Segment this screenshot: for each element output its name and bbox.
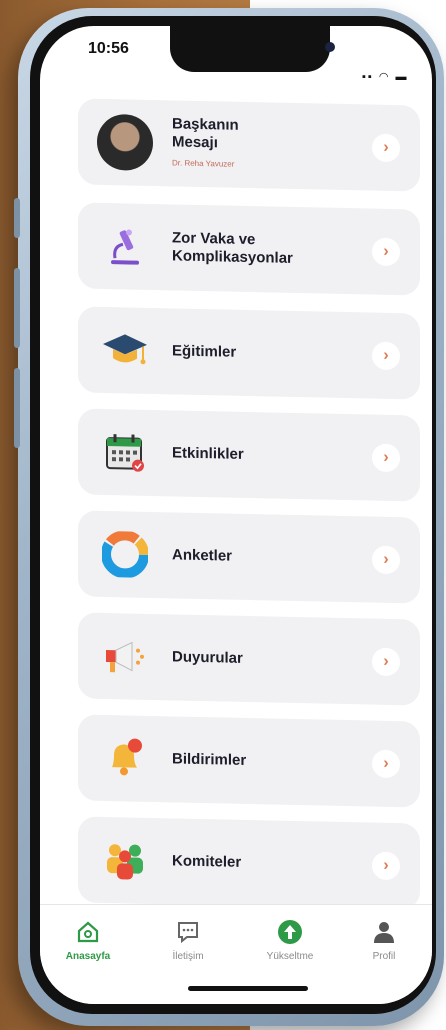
pie-chart-icon — [102, 530, 148, 578]
menu-item-etkinlikler[interactable]: Etkinlikler › — [78, 408, 420, 502]
avatar — [97, 113, 153, 171]
menu-item-duyurular[interactable]: Duyurular › — [78, 612, 420, 706]
tab-label: İletişim — [172, 951, 204, 962]
menu-item-label: Eğitimler — [172, 342, 237, 361]
menu-item-label: Bildirimler — [172, 750, 247, 769]
person-icon — [374, 922, 394, 943]
tab-label: Anasayfa — [65, 951, 111, 962]
menu-item-label: Etkinlikler — [172, 444, 244, 463]
volume-down-button — [14, 368, 20, 448]
menu-item-anketler[interactable]: Anketler › — [78, 510, 420, 604]
menu-item-zor-vaka[interactable]: Zor Vaka ve Komplikasyonlar › — [78, 202, 420, 296]
chevron-right-icon: › — [372, 341, 400, 371]
tab-label: Yükseltme — [266, 951, 314, 962]
tab-anasayfa[interactable]: Anasayfa — [48, 919, 128, 962]
megaphone-icon — [106, 641, 144, 673]
menu-item-sublabel: Dr. Reha Yavuzer — [172, 157, 235, 169]
tab-label: Profil — [372, 951, 396, 962]
mute-switch — [14, 198, 20, 238]
upgrade-arrow-icon — [278, 920, 302, 944]
graduation-cap-icon — [103, 334, 147, 365]
menu-item-label: Anketler — [172, 546, 233, 565]
camera-icon — [325, 42, 335, 52]
chevron-right-icon: › — [372, 851, 400, 881]
chevron-right-icon: › — [372, 647, 400, 677]
tab-iletisim[interactable]: İletişim — [148, 919, 228, 962]
calendar-icon — [106, 434, 144, 472]
status-indicators: ▪▪ ◠ ▬ — [362, 71, 409, 83]
chat-icon — [178, 922, 198, 944]
menu-item-label: Duyurular — [172, 648, 243, 667]
home-icon — [77, 921, 99, 943]
chevron-right-icon: › — [372, 237, 400, 267]
notch — [170, 26, 335, 72]
people-group-icon — [107, 844, 143, 880]
menu-item-komiteler[interactable]: Komiteler › — [78, 816, 420, 910]
microscope-icon — [111, 229, 139, 265]
home-indicator — [188, 986, 308, 991]
menu-item-egitimler[interactable]: Eğitimler › — [78, 306, 420, 400]
bell-icon — [112, 738, 142, 776]
volume-up-button — [14, 268, 20, 348]
menu-item-label: Komiteler — [172, 852, 242, 871]
tab-yukseltme[interactable]: Yükseltme — [250, 919, 330, 962]
chevron-right-icon: › — [372, 133, 400, 163]
chevron-right-icon: › — [372, 443, 400, 473]
menu-item-label: Mesajı — [172, 132, 218, 151]
chevron-right-icon: › — [372, 749, 400, 779]
phone-screen: 10:56 ▪▪ ◠ ▬ Başkanın Mesajı Dr. Reha Ya… — [40, 26, 432, 1004]
menu-item-bildirimler[interactable]: Bildirimler › — [78, 714, 420, 808]
menu-item-baskanin-mesaji[interactable]: Başkanın Mesajı Dr. Reha Yavuzer › — [78, 98, 420, 192]
tab-profil[interactable]: Profil — [344, 919, 424, 962]
chevron-right-icon: › — [372, 545, 400, 575]
status-time: 10:56 — [88, 40, 129, 57]
menu-item-label: Komplikasyonlar — [172, 247, 293, 267]
menu-item-label: Başkanın — [172, 114, 239, 134]
